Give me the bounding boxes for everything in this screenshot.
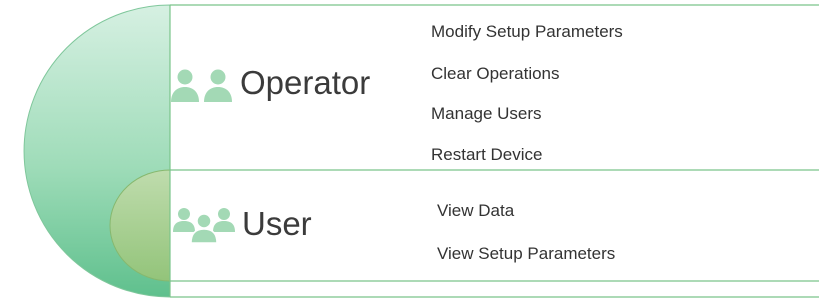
operator-permission-item: Clear Operations [431,64,560,83]
user-permission-item: View Setup Parameters [437,244,616,263]
role-diagram [23,4,819,298]
operator-permission-item: Manage Users [431,104,542,123]
operator-permission-item: Modify Setup Parameters [431,22,623,41]
two-persons-icon [171,69,232,102]
three-persons-icon [173,208,235,244]
user-permission-item: View Data [437,201,515,220]
operator-label: Operator [240,64,371,101]
user-label: User [242,205,312,242]
operator-permission-item: Restart Device [431,145,543,164]
